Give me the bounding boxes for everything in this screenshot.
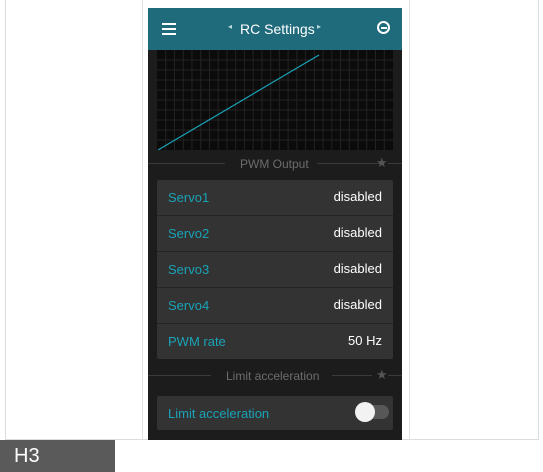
hamburger-menu-icon[interactable] bbox=[162, 23, 176, 35]
rc-curve-svg bbox=[157, 50, 393, 151]
pwm-settings-card: Servo1 disabled Servo2 disabled Servo3 d… bbox=[157, 180, 393, 359]
app-bar: ◂ RC Settings ▸ bbox=[148, 8, 402, 50]
heading-tag: H3 bbox=[0, 440, 115, 472]
settings-row-servo4[interactable]: Servo4 disabled bbox=[157, 288, 393, 324]
row-value: disabled bbox=[333, 225, 382, 240]
star-icon[interactable]: ★ bbox=[376, 367, 388, 383]
row-label: Servo3 bbox=[168, 262, 210, 277]
exit-circle-icon[interactable] bbox=[377, 21, 390, 34]
phone-screen: ◂ RC Settings ▸ PWM Output ★ Servo1 disa… bbox=[148, 8, 402, 440]
page-title: RC Settings bbox=[240, 21, 315, 37]
frame-divider-left bbox=[142, 0, 143, 440]
row-label: Servo1 bbox=[168, 190, 210, 205]
row-value: 50 Hz bbox=[348, 333, 382, 348]
limit-acceleration-toggle[interactable] bbox=[355, 402, 389, 422]
section-divider-left bbox=[148, 375, 211, 376]
settings-row-pwm-rate[interactable]: PWM rate 50 Hz bbox=[157, 324, 393, 359]
row-value: disabled bbox=[333, 189, 382, 204]
accel-section-title: Limit acceleration bbox=[226, 369, 320, 383]
section-divider-right bbox=[317, 163, 380, 164]
section-divider-left bbox=[148, 163, 225, 164]
row-label: Servo2 bbox=[168, 226, 210, 241]
pwm-section-title: PWM Output bbox=[240, 157, 309, 171]
row-label: Servo4 bbox=[168, 298, 210, 313]
prev-page-icon[interactable]: ◂ bbox=[228, 22, 232, 31]
rc-curve-line bbox=[157, 54, 320, 151]
section-divider-end bbox=[388, 163, 402, 164]
frame-divider-right bbox=[409, 0, 410, 440]
row-label: PWM rate bbox=[168, 334, 226, 349]
settings-row-servo2[interactable]: Servo2 disabled bbox=[157, 216, 393, 252]
toggle-knob bbox=[355, 402, 375, 422]
row-label: Limit acceleration bbox=[168, 406, 270, 421]
next-page-icon[interactable]: ▸ bbox=[317, 22, 321, 31]
section-divider-right bbox=[332, 375, 372, 376]
row-value: disabled bbox=[333, 261, 382, 276]
rc-curve-chart bbox=[157, 50, 393, 151]
star-icon[interactable]: ★ bbox=[376, 155, 388, 171]
settings-row-limit-acceleration[interactable]: Limit acceleration bbox=[157, 396, 393, 430]
section-divider-end bbox=[388, 375, 402, 376]
settings-row-servo1[interactable]: Servo1 disabled bbox=[157, 180, 393, 216]
settings-row-servo3[interactable]: Servo3 disabled bbox=[157, 252, 393, 288]
row-value: disabled bbox=[333, 297, 382, 312]
accel-settings-card: Limit acceleration bbox=[157, 396, 393, 430]
